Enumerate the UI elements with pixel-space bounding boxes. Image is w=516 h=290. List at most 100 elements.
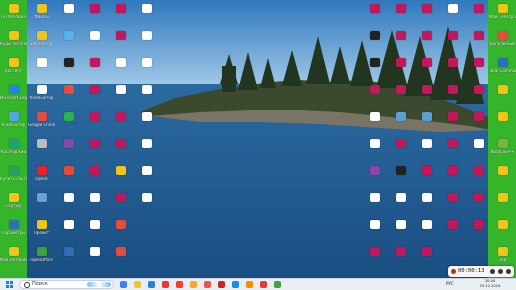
- desktop-icon[interactable]: [56, 110, 81, 137]
- desktop-icon[interactable]: [108, 110, 133, 137]
- desktop-icon[interactable]: [56, 83, 81, 110]
- desktop-icon[interactable]: [108, 191, 133, 218]
- desktop-icon[interactable]: [134, 191, 159, 218]
- desktop-icon[interactable]: [108, 29, 133, 56]
- desktop-icon[interactable]: [466, 56, 491, 83]
- desktop-icon[interactable]: Касперский: [1, 137, 26, 164]
- desktop-icon[interactable]: [440, 29, 465, 56]
- desktop-icon[interactable]: [362, 245, 387, 272]
- desktop-icon[interactable]: [388, 218, 413, 245]
- desktop-icon[interactable]: [362, 110, 387, 137]
- desktop-icon[interactable]: [108, 2, 133, 29]
- desktop-icon[interactable]: [362, 56, 387, 83]
- desktop-icon[interactable]: [362, 83, 387, 110]
- desktop-icon[interactable]: [134, 83, 159, 110]
- desktop-icon[interactable]: [56, 137, 81, 164]
- taskbar-app-icon[interactable]: [204, 281, 211, 288]
- desktop-icon[interactable]: [414, 83, 439, 110]
- desktop-icon[interactable]: [414, 137, 439, 164]
- desktop-icon[interactable]: [134, 110, 159, 137]
- desktop-icon[interactable]: [414, 56, 439, 83]
- desktop-icon[interactable]: [440, 110, 465, 137]
- desktop-icon[interactable]: [490, 83, 515, 110]
- desktop-icon[interactable]: [466, 110, 491, 137]
- desktop-icon[interactable]: [388, 110, 413, 137]
- desktop-icon[interactable]: [108, 218, 133, 245]
- taskbar-app-icon[interactable]: [218, 281, 225, 288]
- pause-button[interactable]: [490, 269, 495, 274]
- desktop-icon[interactable]: [108, 245, 133, 272]
- desktop-icon[interactable]: Компьютер: [29, 83, 54, 110]
- desktop-icon[interactable]: [440, 2, 465, 29]
- task-view-icon[interactable]: [120, 281, 127, 288]
- desktop-icon[interactable]: [362, 164, 387, 191]
- desktop-icon[interactable]: Microsoft Edge: [0, 83, 27, 110]
- language-indicator[interactable]: РУС: [446, 281, 454, 286]
- desktop-icon[interactable]: [56, 218, 81, 245]
- desktop-icon[interactable]: Notepad++: [490, 137, 515, 164]
- desktop-icon[interactable]: [440, 56, 465, 83]
- desktop-icon[interactable]: [134, 137, 159, 164]
- desktop-icon[interactable]: [466, 164, 491, 191]
- taskbar-app-icon[interactable]: [232, 281, 239, 288]
- desktop-icon[interactable]: [466, 29, 491, 56]
- desktop-icon[interactable]: Купить сертиф: [0, 164, 27, 191]
- desktop-icon[interactable]: [388, 56, 413, 83]
- desktop-icon[interactable]: [388, 137, 413, 164]
- taskbar-app-icon[interactable]: [260, 281, 267, 288]
- desktop-icon[interactable]: [490, 191, 515, 218]
- taskbar-app-icon[interactable]: [190, 281, 197, 288]
- desktop-icon[interactable]: Мои материалы: [0, 245, 27, 272]
- desktop-icon[interactable]: [440, 191, 465, 218]
- desktop-icon[interactable]: [414, 191, 439, 218]
- desktop-icon[interactable]: [134, 56, 159, 83]
- desktop-icon[interactable]: [414, 29, 439, 56]
- desktop-icon[interactable]: [82, 218, 107, 245]
- desktop-icon[interactable]: [490, 164, 515, 191]
- desktop-icon[interactable]: [414, 110, 439, 137]
- desktop-icon[interactable]: [134, 164, 159, 191]
- store-icon[interactable]: [162, 281, 169, 288]
- desktop-icon[interactable]: [414, 245, 439, 272]
- desktop-icon[interactable]: [29, 191, 54, 218]
- desktop-icon[interactable]: Хостинг: [1, 56, 26, 83]
- desktop-icon[interactable]: Параметры: [1, 218, 26, 245]
- desktop-icon[interactable]: [56, 2, 81, 29]
- desktop-icon[interactable]: [82, 56, 107, 83]
- desktop-icon[interactable]: [414, 2, 439, 29]
- desktop-icon[interactable]: [108, 137, 133, 164]
- desktop-icon[interactable]: [362, 191, 387, 218]
- desktop-icon[interactable]: [440, 83, 465, 110]
- desktop-icon[interactable]: [466, 191, 491, 218]
- desktop-icon[interactable]: [388, 29, 413, 56]
- desktop-icon[interactable]: [414, 218, 439, 245]
- mail-icon[interactable]: [176, 281, 183, 288]
- desktop-icon[interactable]: website-dg: [29, 29, 54, 56]
- desktop-icon[interactable]: [490, 110, 515, 137]
- desktop-icon[interactable]: [466, 218, 491, 245]
- desktop-icon[interactable]: [134, 2, 159, 29]
- desktop-icon[interactable]: Компьютер: [1, 110, 26, 137]
- desktop-icon[interactable]: [134, 29, 159, 56]
- desktop-icon[interactable]: Дополнения: [490, 29, 515, 56]
- desktop-icon[interactable]: [440, 218, 465, 245]
- desktop-icon[interactable]: [29, 56, 54, 83]
- desktop-icon[interactable]: [56, 56, 81, 83]
- desktop-icon[interactable]: [82, 110, 107, 137]
- desktop-icon[interactable]: [388, 2, 413, 29]
- desktop-icon[interactable]: [82, 2, 107, 29]
- clock-date[interactable]: 25.12.2024: [478, 284, 502, 288]
- desktop-icon[interactable]: [466, 2, 491, 29]
- desktop-icon[interactable]: Мой Телеграм: [489, 2, 516, 29]
- edge-taskbar-icon[interactable]: [148, 281, 155, 288]
- desktop-icon[interactable]: [414, 164, 439, 191]
- desktop-icon[interactable]: [440, 137, 465, 164]
- taskbar-app-icon[interactable]: [274, 281, 281, 288]
- desktop-icon[interactable]: [29, 137, 54, 164]
- recorder-menu-button[interactable]: [506, 269, 511, 274]
- desktop-icon[interactable]: [108, 83, 133, 110]
- desktop-icon[interactable]: [82, 29, 107, 56]
- desktop-icon[interactable]: Сертиф: [1, 191, 26, 218]
- desktop-icon[interactable]: [466, 137, 491, 164]
- desktop-icon[interactable]: Файлы: [29, 2, 54, 29]
